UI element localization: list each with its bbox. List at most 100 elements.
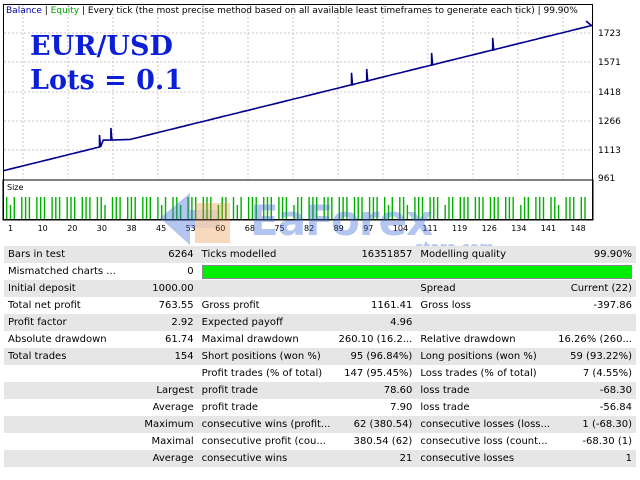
legend-equity: Equity: [50, 6, 80, 16]
report-cell: 0: [134, 263, 198, 280]
size-bar: [463, 197, 465, 219]
size-bar: [493, 197, 495, 219]
size-bar: [145, 197, 148, 219]
report-cell: Short positions (won %): [197, 348, 335, 365]
x-tick-label: 38: [126, 224, 136, 233]
report-cell: Gross profit: [197, 297, 335, 314]
size-bar: [535, 197, 537, 219]
report-cell: [4, 399, 135, 416]
size-bar: [429, 197, 431, 219]
size-bar: [13, 197, 15, 219]
report-cell: [4, 382, 135, 399]
size-bar: [402, 197, 405, 219]
size-bar: [550, 197, 552, 219]
size-bar: [346, 197, 348, 219]
report-cell: Current (22): [554, 280, 636, 297]
size-bar: [40, 197, 42, 219]
size-bar: [70, 197, 72, 219]
size-bar: [520, 205, 522, 219]
report-row: Initial deposit 1000.00 Spread Current (22): [4, 280, 636, 297]
size-bar: [85, 197, 87, 219]
size-bar: [399, 197, 401, 219]
size-bar: [338, 197, 340, 219]
report-cell: consecutive loss (count...: [416, 433, 555, 450]
report-cell: [197, 280, 335, 297]
report-cell: Absolute drawdown: [4, 331, 135, 348]
report-cell: consecutive losses (loss...: [416, 416, 555, 433]
x-tick-label: 1: [8, 224, 13, 233]
report-cell: 2.92: [134, 314, 198, 331]
size-bar: [263, 197, 265, 219]
report-cell: 78.60: [334, 382, 417, 399]
size-bar: [6, 197, 8, 219]
report-cell: 4.96: [334, 314, 417, 331]
report-cell: 99.90%: [554, 246, 636, 263]
size-bar: [176, 197, 178, 219]
report-cell: -68.30 (1): [554, 433, 636, 450]
size-bar: [384, 197, 386, 219]
size-bar: [527, 197, 529, 219]
size-bar: [81, 197, 83, 219]
report-row: Maximal consecutive profit (cou... 380.54 …: [4, 433, 636, 450]
report-cell: 59 (93.22%): [554, 348, 636, 365]
size-bar: [89, 197, 91, 219]
report-row: Average profit trade 7.90 loss trade -56.84: [4, 399, 636, 416]
report-cell: 1000.00: [134, 280, 198, 297]
report-cell: [554, 314, 636, 331]
size-bar: [115, 197, 117, 219]
size-bar: [210, 197, 212, 219]
symbol-overlay: EUR/USD Lots = 0.1: [30, 30, 183, 98]
size-bar: [459, 197, 461, 219]
size-bar: [421, 197, 424, 219]
size-bar: [523, 197, 526, 219]
x-tick-label: 89: [334, 224, 344, 233]
size-bar: [195, 197, 197, 219]
size-bar: [236, 205, 238, 219]
report-cell: [4, 433, 135, 450]
size-bar: [512, 197, 514, 219]
size-bar: [149, 197, 151, 219]
size-bar: [539, 197, 541, 219]
balance-series-end: [585, 20, 593, 27]
report-row: Average consecutive wins 21 consecutive los…: [4, 450, 636, 467]
report-cell: Loss trades (% of total): [416, 365, 555, 382]
y-tick-label: 961: [598, 174, 615, 184]
report-cell: Profit factor: [4, 314, 135, 331]
x-tick-label: 75: [274, 224, 284, 233]
report-row: Bars in test 6264 Ticks modelled 16351857 Mo…: [4, 246, 636, 263]
size-bar: [96, 197, 99, 219]
size-bar: [361, 197, 363, 219]
size-bar: [28, 197, 31, 219]
x-tick-label: 53: [186, 224, 196, 233]
report-cell: Profit trades (% of total): [197, 365, 335, 382]
report-cell: Maximal drawdown: [197, 331, 335, 348]
x-tick-label: 148: [570, 224, 585, 233]
size-bar: [436, 197, 439, 219]
size-bar: [240, 197, 242, 219]
report-cell: 380.54 (62): [334, 433, 417, 450]
size-bar: [164, 197, 167, 219]
size-bar: [119, 197, 121, 219]
size-bar: [202, 197, 204, 219]
report-cell: Ticks modelled: [197, 246, 335, 263]
report-cell: 7 (4.55%): [554, 365, 636, 382]
report-cell: [334, 280, 417, 297]
report-cell: 62 (380.54): [334, 416, 417, 433]
size-bar: [221, 197, 223, 219]
report-table: Bars in test 6264 Ticks modelled 16351857 Mo…: [4, 246, 636, 467]
size-bar: [217, 205, 220, 219]
report-cell: Gross loss: [416, 297, 555, 314]
size-bar: [297, 197, 299, 219]
report-row: Total trades 154 Short positions (won %) 95…: [4, 348, 636, 365]
report-row: Total net profit 763.55 Gross profit 1161.4…: [4, 297, 636, 314]
x-tick-label: 20: [67, 224, 77, 233]
report-cell: 7.90: [334, 399, 417, 416]
x-tick-label: 119: [452, 224, 467, 233]
size-bar: [353, 197, 356, 219]
size-bar: [312, 197, 314, 219]
x-tick-label: 10: [38, 224, 48, 233]
report-cell: loss trade: [416, 382, 555, 399]
size-bar: [580, 197, 582, 219]
report-row: Profit factor 2.92 Expected payoff 4.96: [4, 314, 636, 331]
size-bar: [584, 197, 586, 219]
